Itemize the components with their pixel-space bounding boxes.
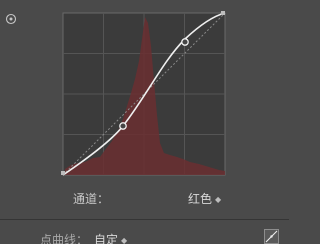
channel-label: 通道： <box>73 192 110 206</box>
curve-point[interactable] <box>119 122 127 130</box>
curve-endpoint-right[interactable] <box>221 11 225 15</box>
tone-curve-graph[interactable] <box>61 11 226 176</box>
up-down-arrow-icon: ◆ <box>121 236 128 244</box>
section-divider <box>0 219 289 220</box>
point-curve-label: 点曲线： <box>40 233 89 244</box>
target-adjustment-icon[interactable] <box>5 13 17 25</box>
up-down-arrow-icon: ◆ <box>215 195 222 204</box>
tone-curve-svg[interactable] <box>61 11 226 176</box>
tone-curve-panel: 通道： 红色 ◆ 点曲线： 自定 ◆ <box>0 0 289 244</box>
channel-select[interactable]: 红色 ◆ <box>188 190 221 208</box>
channel-value: 红色 <box>188 192 213 206</box>
edit-point-curve-icon <box>265 230 278 243</box>
point-curve-value: 自定 <box>94 233 119 244</box>
edit-point-curve-button[interactable] <box>264 229 279 244</box>
point-curve-select[interactable]: 自定 ◆ <box>94 231 127 244</box>
curve-point[interactable] <box>181 38 189 46</box>
curve-endpoint-left[interactable] <box>61 171 65 175</box>
